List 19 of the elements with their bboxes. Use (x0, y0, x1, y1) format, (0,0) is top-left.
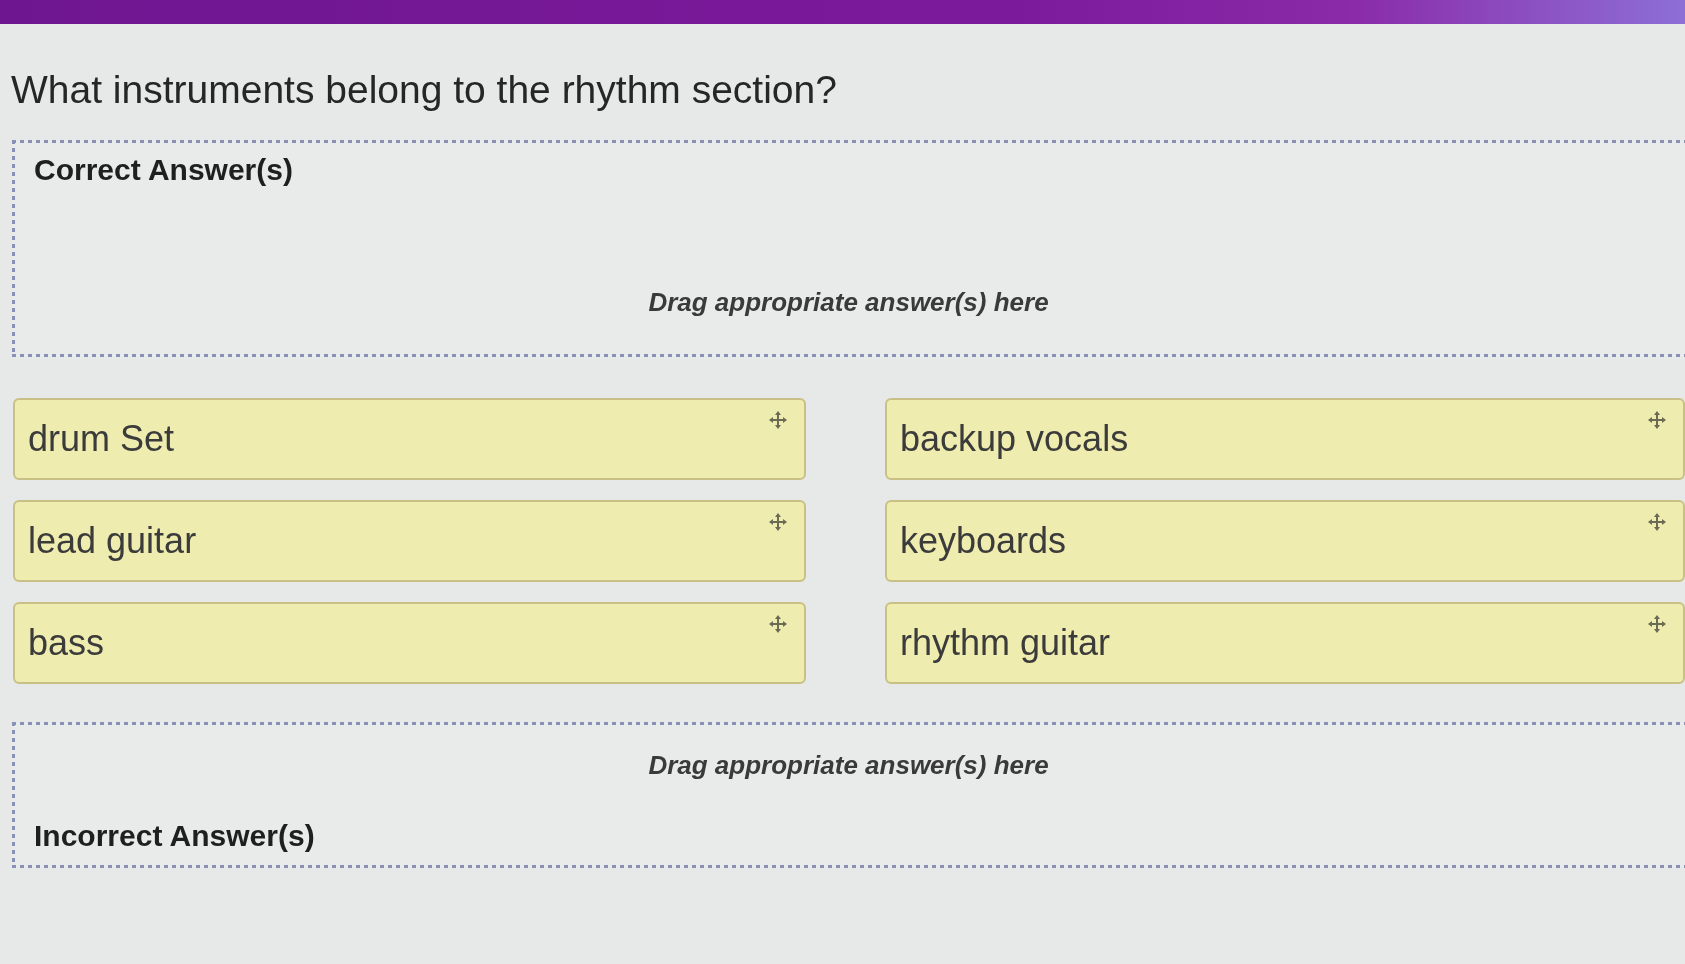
zone-title: Correct Answer(s) (34, 153, 293, 187)
answer-card[interactable]: lead guitar (13, 500, 806, 582)
question-text: What instruments belong to the rhythm section? (11, 67, 837, 113)
move-icon (769, 615, 787, 633)
answer-card[interactable]: drum Set (13, 398, 806, 480)
move-icon (1648, 615, 1666, 633)
move-icon (769, 513, 787, 531)
answer-card[interactable]: bass (13, 602, 806, 684)
answer-card[interactable]: keyboards (885, 500, 1685, 582)
move-icon (769, 411, 787, 429)
drop-hint: Drag appropriate answer(s) here (648, 749, 1049, 781)
zone-title: Incorrect Answer(s) (34, 819, 315, 853)
drop-hint: Drag appropriate answer(s) here (648, 286, 1049, 318)
answer-card[interactable]: backup vocals (885, 398, 1685, 480)
move-icon (1648, 411, 1666, 429)
answer-card[interactable]: rhythm guitar (885, 602, 1685, 684)
drop-zone[interactable]: Drag appropriate answer(s) here Incorrect Answer(s) (12, 722, 1685, 868)
drop-zone[interactable]: Correct Answer(s) Drag appropriate answer(s) here (12, 140, 1685, 357)
move-icon (1648, 513, 1666, 531)
